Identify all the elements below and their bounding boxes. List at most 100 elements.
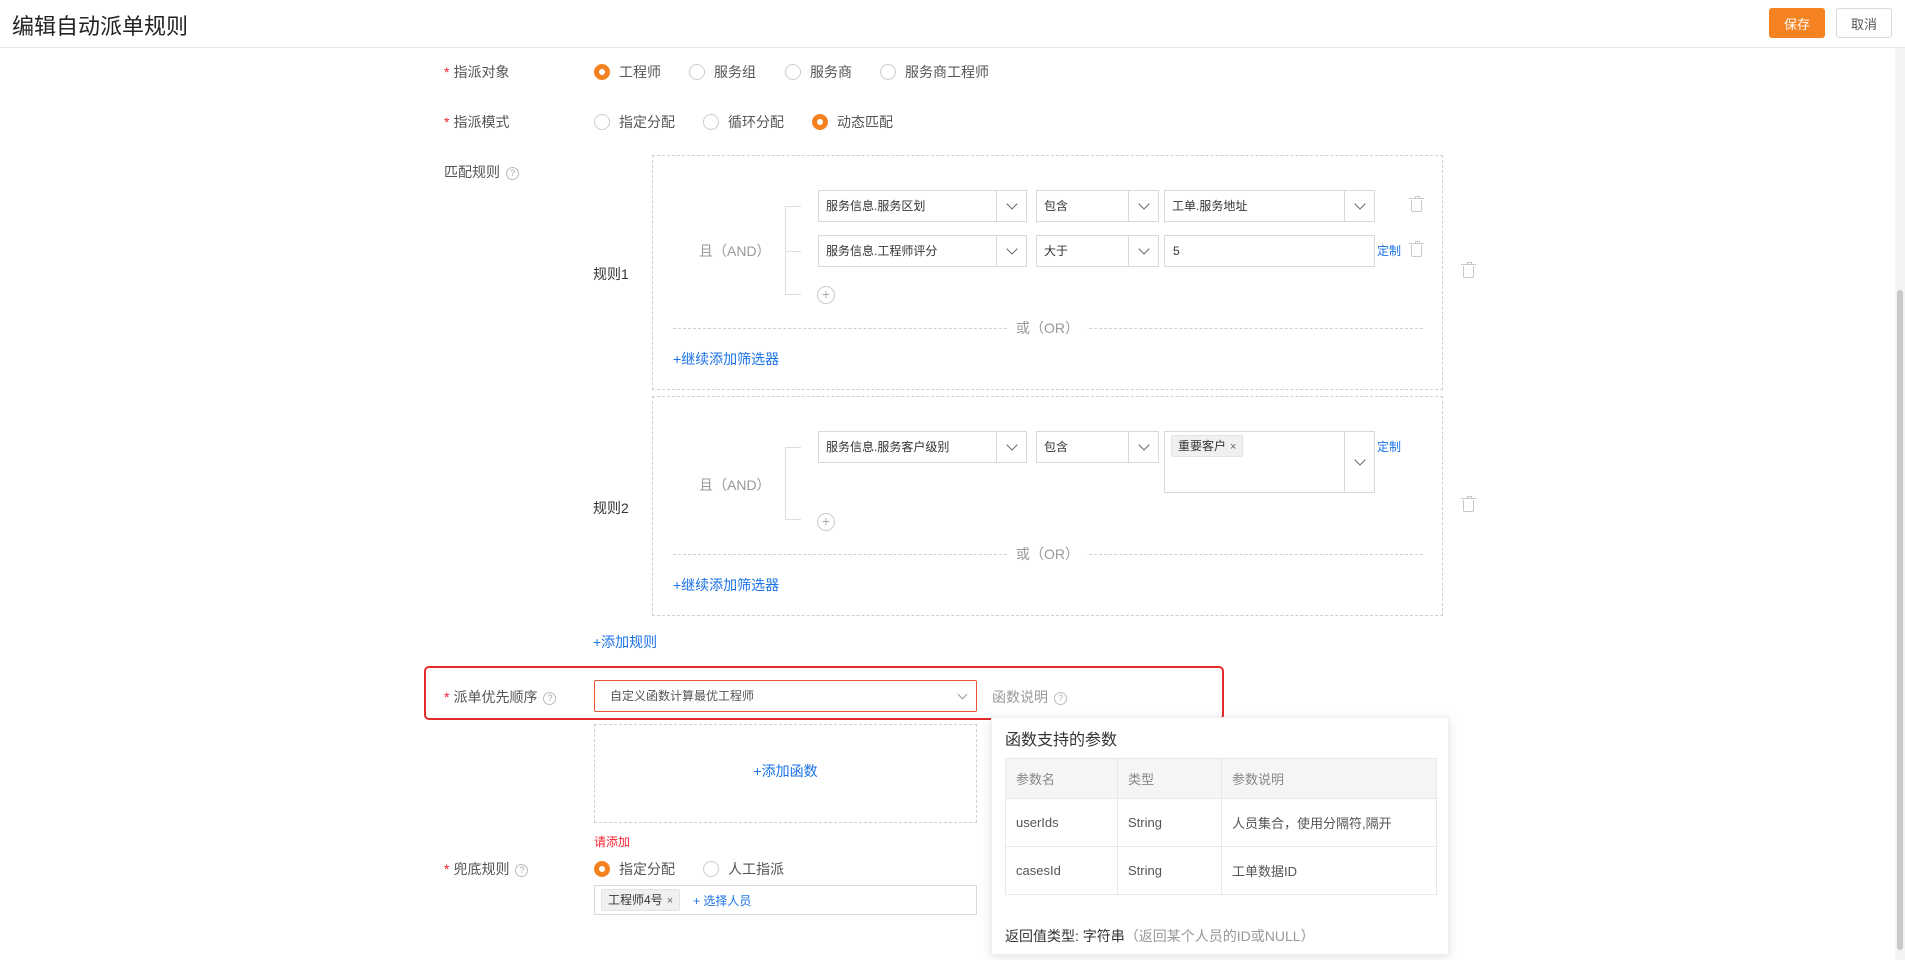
- chevron-down-icon: [957, 689, 968, 700]
- field-select[interactable]: 服务信息.服务区划: [818, 190, 1027, 222]
- radio-checked-icon: [594, 861, 610, 877]
- bracket-tick: [785, 294, 801, 295]
- bracket-tick: [785, 251, 801, 252]
- scrollbar-thumb[interactable]: [1897, 290, 1903, 950]
- column-header: 参数说明: [1221, 758, 1437, 799]
- chevron-down-icon: [996, 432, 1026, 462]
- table-row: userIds String 人员集合，使用分隔符,隔开: [1005, 798, 1437, 847]
- rule-card: 且（AND） 服务信息.服务区划 包含 工单.服务地址 服务信息.工程师评分 大…: [652, 155, 1443, 390]
- radio-fixed-assign[interactable]: 指定分配: [594, 112, 675, 132]
- or-label: 或（OR）: [1008, 544, 1087, 564]
- add-function-area[interactable]: +添加函数: [594, 724, 977, 823]
- and-label: 且（AND）: [699, 477, 771, 493]
- field-select[interactable]: 服务信息.工程师评分: [818, 235, 1027, 267]
- radio-fallback-fixed[interactable]: 指定分配: [594, 859, 675, 879]
- add-filter-link[interactable]: +继续添加筛选器: [673, 349, 779, 369]
- cancel-button[interactable]: 取消: [1836, 8, 1892, 38]
- help-icon[interactable]: ?: [515, 864, 529, 877]
- table-cell: String: [1117, 798, 1222, 847]
- page-title: 编辑自动派单规则: [12, 14, 189, 39]
- radio-dynamic-match[interactable]: 动态匹配: [812, 112, 893, 132]
- radio-provider-engineer[interactable]: 服务商工程师: [880, 62, 989, 82]
- chevron-down-icon: [1344, 191, 1374, 221]
- rule-name: 规则2: [593, 500, 629, 516]
- field-select[interactable]: 服务信息.服务客户级别: [818, 431, 1027, 463]
- add-rule-link[interactable]: +添加规则: [593, 632, 657, 652]
- value-input[interactable]: 5: [1164, 235, 1375, 267]
- add-filter-link[interactable]: +继续添加筛选器: [673, 575, 779, 595]
- help-icon[interactable]: ?: [506, 167, 519, 180]
- help-icon[interactable]: ?: [543, 692, 557, 705]
- params-table: 参数名 类型 参数说明 userIds String 人员集合，使用分隔符,隔开…: [1005, 758, 1437, 895]
- table-cell: 工单数据ID: [1221, 846, 1437, 895]
- priority-label: * 派单优先顺序?: [444, 687, 557, 707]
- delete-rule-icon[interactable]: [1461, 496, 1476, 512]
- select-person-link[interactable]: + 选择人员: [693, 892, 751, 909]
- chevron-down-icon: [1128, 236, 1158, 266]
- custom-link[interactable]: 定制: [1377, 242, 1401, 259]
- function-description-trigger[interactable]: 函数说明?: [992, 687, 1067, 707]
- fallback-label: * 兜底规则?: [444, 859, 529, 879]
- user-tag[interactable]: 工程师4号 ×: [601, 889, 681, 911]
- radio-unchecked-icon: [594, 114, 610, 130]
- radio-provider[interactable]: 服务商: [785, 62, 852, 82]
- radio-unchecked-icon: [785, 64, 801, 80]
- radio-checked-icon: [594, 64, 610, 80]
- column-header: 参数名: [1005, 758, 1118, 799]
- radio-unchecked-icon: [689, 64, 705, 80]
- table-cell: String: [1117, 846, 1222, 895]
- add-condition-icon[interactable]: +: [817, 513, 835, 531]
- add-condition-icon[interactable]: +: [817, 286, 835, 304]
- assign-target-label: * 指派对象: [444, 64, 510, 80]
- delete-icon[interactable]: [1409, 241, 1424, 257]
- user-picker[interactable]: 工程师4号 × + 选择人员: [594, 885, 977, 915]
- rule-name: 规则1: [593, 266, 629, 282]
- chevron-down-icon: [1344, 432, 1374, 492]
- table-row: casesId String 工单数据ID: [1005, 846, 1437, 895]
- save-button[interactable]: 保存: [1769, 8, 1825, 38]
- bracket-tick: [785, 206, 801, 207]
- rule-card: 且（AND） 服务信息.服务客户级别 包含 重要客户 × 定制 + 或（OR） +…: [652, 396, 1443, 616]
- bracket: [785, 447, 786, 519]
- chevron-down-icon: [996, 191, 1026, 221]
- multi-value-select[interactable]: 重要客户 ×: [1164, 431, 1375, 493]
- popover-title: 函数支持的参数: [1005, 732, 1118, 749]
- radio-service-group[interactable]: 服务组: [689, 62, 756, 82]
- radio-checked-icon: [812, 114, 828, 130]
- priority-select[interactable]: 自定义函数计算最优工程师: [594, 680, 977, 712]
- radio-round-robin[interactable]: 循环分配: [703, 112, 784, 132]
- radio-unchecked-icon: [880, 64, 896, 80]
- delete-rule-icon[interactable]: [1461, 262, 1476, 278]
- chevron-down-icon: [1128, 432, 1158, 462]
- bracket-tick: [785, 519, 801, 520]
- operator-select[interactable]: 大于: [1036, 235, 1159, 267]
- close-icon[interactable]: ×: [667, 895, 673, 907]
- radio-fallback-manual[interactable]: 人工指派: [703, 859, 784, 879]
- radio-engineer[interactable]: 工程师: [594, 62, 661, 82]
- operator-select[interactable]: 包含: [1036, 431, 1159, 463]
- table-cell: 人员集合，使用分隔符,隔开: [1221, 798, 1437, 847]
- radio-unchecked-icon: [703, 861, 719, 877]
- chevron-down-icon: [996, 236, 1026, 266]
- match-rules-label: 匹配规则?: [444, 162, 519, 182]
- custom-link[interactable]: 定制: [1377, 438, 1401, 455]
- column-header: 类型: [1117, 758, 1222, 799]
- close-icon[interactable]: ×: [1230, 441, 1236, 453]
- assign-mode-label: * 指派模式: [444, 114, 510, 130]
- operator-select[interactable]: 包含: [1036, 190, 1159, 222]
- delete-icon[interactable]: [1409, 196, 1424, 212]
- bracket-tick: [785, 447, 801, 448]
- radio-unchecked-icon: [703, 114, 719, 130]
- validation-error: 请添加: [594, 835, 631, 849]
- value-tag[interactable]: 重要客户 ×: [1171, 435, 1244, 457]
- chevron-down-icon: [1128, 191, 1158, 221]
- and-label: 且（AND）: [699, 243, 771, 259]
- value-select[interactable]: 工单.服务地址: [1164, 190, 1375, 222]
- table-cell: casesId: [1005, 846, 1118, 895]
- return-type: 返回值类型: 字符串（返回某个人员的ID或NULL）: [1005, 928, 1315, 944]
- help-icon: ?: [1054, 692, 1067, 705]
- add-function-link[interactable]: +添加函数: [595, 761, 976, 781]
- table-cell: userIds: [1005, 798, 1118, 847]
- or-label: 或（OR）: [1008, 318, 1087, 338]
- header-bar: 编辑自动派单规则 保存 取消: [0, 0, 1905, 48]
